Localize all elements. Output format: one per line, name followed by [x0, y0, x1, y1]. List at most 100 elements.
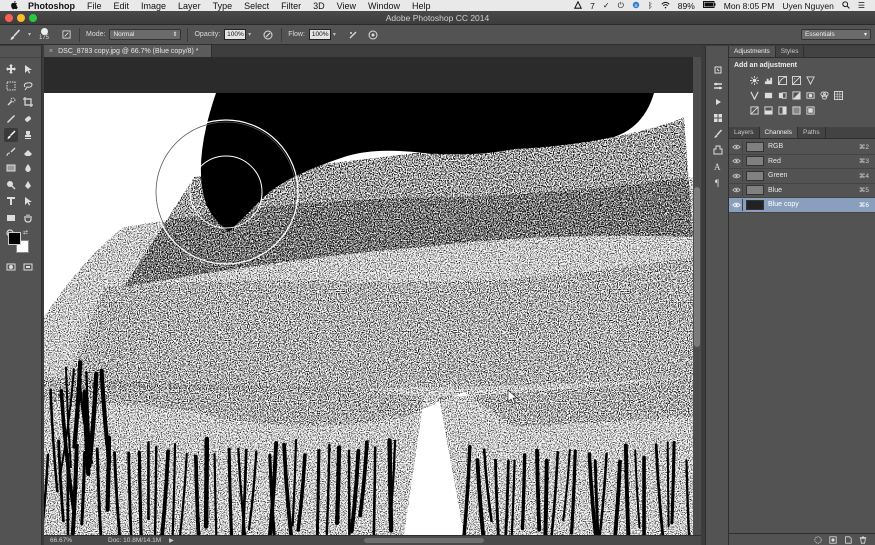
notification-center-icon[interactable]: ☰ — [858, 1, 865, 10]
channel-row-rgb[interactable]: RGB ⌘2 — [729, 140, 875, 155]
vibrance-icon[interactable] — [749, 90, 759, 100]
delete-channel-icon[interactable] — [859, 535, 867, 544]
eye-icon[interactable] — [731, 169, 743, 182]
menu-type[interactable]: Type — [213, 1, 233, 11]
clone-stamp-icon[interactable] — [21, 128, 35, 142]
swatches-panel-icon[interactable] — [711, 112, 725, 124]
brush-size-picker[interactable]: 175 — [35, 27, 53, 43]
vertical-scrollbar[interactable] — [693, 57, 701, 535]
channel-row-red[interactable]: Red ⌘3 — [729, 155, 875, 169]
workspace-select[interactable]: Essentials ▾ — [801, 29, 871, 40]
eye-icon[interactable] — [731, 198, 743, 211]
tab-adjustments[interactable]: Adjustments — [729, 46, 776, 57]
color-balance-icon[interactable] — [777, 90, 787, 100]
gradient-tool-icon[interactable] — [4, 161, 18, 175]
screen-mode-icon[interactable] — [21, 260, 35, 274]
app-menu[interactable]: Photoshop — [28, 1, 75, 11]
pressure-opacity-icon[interactable] — [261, 28, 275, 42]
status-menu-arrow-icon[interactable]: ▶ — [169, 537, 174, 544]
clock[interactable]: Mon 8:05 PM — [724, 1, 775, 11]
tab-styles[interactable]: Styles — [776, 46, 805, 57]
channel-mixer-icon[interactable] — [819, 90, 829, 100]
clone-source-icon[interactable] — [711, 144, 725, 156]
crop-tool-icon[interactable] — [21, 95, 35, 109]
new-channel-icon[interactable] — [844, 535, 852, 544]
document-tab[interactable]: × DSC_8783 copy.jpg @ 66.7% (Blue copy/8… — [44, 45, 212, 57]
dodge-tool-icon[interactable] — [4, 178, 18, 192]
menu-edit[interactable]: Edit — [114, 1, 130, 11]
hue-saturation-icon[interactable] — [763, 90, 773, 100]
menu-select[interactable]: Select — [244, 1, 269, 11]
properties-panel-icon[interactable] — [711, 80, 725, 92]
blur-tool-icon[interactable] — [21, 161, 35, 175]
opacity-input[interactable]: 100% — [224, 29, 247, 40]
foreground-color-swatch[interactable] — [8, 232, 21, 245]
gradient-map-icon[interactable] — [791, 105, 801, 115]
menu-layer[interactable]: Layer — [178, 1, 201, 11]
menu-filter[interactable]: Filter — [281, 1, 301, 11]
marquee-tool-icon[interactable] — [4, 79, 18, 93]
tab-channels[interactable]: Channels — [759, 127, 798, 138]
adobe-cc-icon[interactable] — [574, 0, 583, 11]
lasso-tool-icon[interactable] — [21, 79, 35, 93]
tools-panel-grip[interactable] — [0, 46, 41, 58]
apple-menu-icon[interactable] — [10, 1, 20, 11]
threshold-icon[interactable] — [777, 105, 787, 115]
brush-presets-icon[interactable] — [711, 128, 725, 140]
rectangle-shape-icon[interactable] — [4, 211, 18, 225]
quick-mask-icon[interactable] — [4, 260, 18, 274]
history-brush-icon[interactable] — [4, 145, 18, 159]
quick-selection-icon[interactable] — [4, 95, 18, 109]
brush-panel-toggle-icon[interactable] — [59, 28, 73, 42]
battery-icon[interactable] — [702, 1, 716, 10]
selective-color-icon[interactable] — [805, 105, 815, 115]
eyedropper-icon[interactable] — [4, 112, 18, 126]
bluetooth-icon[interactable]: ᛒ — [648, 1, 653, 10]
opacity-dropdown-icon[interactable]: ▾ — [248, 31, 251, 38]
vertical-scroll-thumb[interactable] — [694, 187, 700, 347]
photo-filter-icon[interactable] — [805, 90, 815, 100]
menu-file[interactable]: File — [87, 1, 102, 11]
curves-icon[interactable] — [777, 75, 787, 85]
mode-select[interactable]: Normal ⇕ — [109, 29, 182, 40]
eye-icon[interactable] — [731, 140, 743, 153]
posterize-icon[interactable] — [763, 105, 773, 115]
character-panel-icon[interactable]: A — [711, 160, 725, 172]
spot-healing-icon[interactable] — [21, 112, 35, 126]
close-document-icon[interactable]: × — [49, 48, 53, 55]
flow-dropdown-icon[interactable]: ▾ — [333, 31, 336, 38]
tab-paths[interactable]: Paths — [798, 127, 826, 138]
channel-row-blue-copy[interactable]: Blue copy ⌘6 — [729, 198, 875, 213]
tab-layers[interactable]: Layers — [729, 127, 760, 138]
eraser-icon[interactable] — [21, 145, 35, 159]
eye-icon[interactable] — [731, 184, 743, 197]
history-panel-icon[interactable] — [711, 64, 725, 76]
zoom-level[interactable]: 66.67% — [50, 537, 90, 544]
checkmark-icon[interactable]: ✓ — [603, 1, 610, 10]
paragraph-panel-icon[interactable]: ¶ — [711, 176, 725, 188]
color-lookup-icon[interactable] — [833, 90, 843, 100]
type-tool-icon[interactable] — [4, 194, 18, 208]
artboard-move-icon[interactable] — [21, 62, 35, 76]
brush-tool-preset-icon[interactable] — [4, 27, 26, 43]
menu-window[interactable]: Window — [368, 1, 400, 11]
move-tool-icon[interactable] — [4, 62, 18, 76]
menu-3d[interactable]: 3D — [313, 1, 325, 11]
channel-row-green[interactable]: Green ⌘4 — [729, 169, 875, 184]
exposure-icon[interactable]: + — [791, 75, 801, 85]
user-name[interactable]: Uyen Nguyen — [782, 1, 834, 11]
power-icon[interactable]: ⏻ — [618, 1, 624, 11]
black-white-icon[interactable] — [791, 90, 801, 100]
pen-tool-icon[interactable] — [21, 178, 35, 192]
chevron-down-icon[interactable]: ▾ — [28, 31, 31, 38]
flow-input[interactable]: 100% — [308, 29, 331, 40]
swap-colors-icon[interactable]: ⇄ — [23, 229, 28, 236]
hand-tool-icon[interactable] — [21, 211, 35, 225]
levels-icon[interactable] — [763, 75, 773, 85]
search-icon[interactable] — [842, 0, 850, 11]
channel-row-blue[interactable]: Blue ⌘5 — [729, 184, 875, 198]
invert-icon[interactable] — [749, 105, 759, 115]
brush-tool-icon[interactable] — [4, 128, 18, 142]
skype-icon[interactable]: S — [632, 1, 640, 11]
menu-image[interactable]: Image — [141, 1, 166, 11]
